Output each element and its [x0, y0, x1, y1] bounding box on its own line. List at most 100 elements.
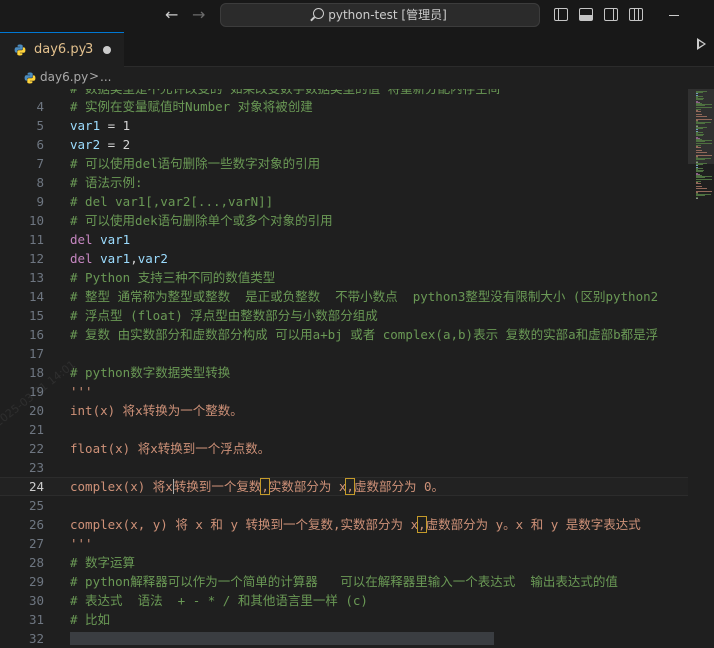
- code-line[interactable]: 25: [0, 496, 688, 515]
- line-number: 15: [28, 308, 44, 323]
- code-text: # 数字运算: [70, 553, 135, 572]
- minimap-line: [696, 154, 712, 156]
- minimize-icon[interactable]: [669, 15, 679, 16]
- forward-arrow-icon[interactable]: →: [192, 6, 205, 24]
- line-number: 27: [28, 536, 44, 551]
- code-line[interactable]: 27 ''': [0, 534, 688, 553]
- toggle-panel-icon[interactable]: [579, 8, 593, 21]
- minimap-line: [696, 149, 702, 151]
- code-token: # 复数 由实数部分和虚数部分构成 可以用a+bj 或者 complex(a,b…: [70, 327, 659, 342]
- customize-layout-icon[interactable]: [629, 8, 643, 21]
- toggle-secondary-sidebar-icon[interactable]: [604, 8, 618, 21]
- code-line[interactable]: 17: [0, 344, 688, 363]
- breadcrumb: day6.py > ...: [0, 67, 714, 89]
- line-number: 18: [28, 365, 44, 380]
- code-line[interactable]: 22 float(x) 将x转换到一个浮点数。: [0, 439, 688, 458]
- minimap-line: [696, 197, 698, 199]
- line-number: 28: [28, 555, 44, 570]
- toggle-primary-sidebar-icon[interactable]: [554, 8, 568, 21]
- code-line[interactable]: 31 # 比如: [0, 610, 688, 629]
- breadcrumb-separator: >: [89, 69, 100, 83]
- line-number: 31: [28, 612, 44, 627]
- code-line[interactable]: 29 # python解释器可以作为一个简单的计算器 可以在解释器里输入一个表达式…: [0, 572, 688, 591]
- search-text: python-test [管理员]: [328, 8, 447, 22]
- code-line[interactable]: 30 # 表达式 语法 + - * / 和其他语言里一样 (c): [0, 591, 688, 610]
- code-text: # 表达式 语法 + - * / 和其他语言里一样 (c): [70, 591, 368, 610]
- code-text: # 整型 通常称为整型或整数 是正或负整数 不带小数点 python3整型没有限…: [70, 287, 658, 306]
- code-line[interactable]: 9 # del var1[,var2[...,varN]]: [0, 192, 688, 211]
- code-token: del: [70, 232, 93, 247]
- line-number: 25: [28, 498, 44, 513]
- breadcrumb-python-icon: [24, 72, 36, 84]
- code-token: # 比如: [70, 612, 111, 627]
- minimap-line: [696, 190, 712, 192]
- unsaved-dot-icon[interactable]: [103, 46, 111, 54]
- code-text: ''': [70, 534, 93, 553]
- code-text: int(x) 将x转换为一个整数。: [70, 401, 243, 420]
- code-token: var1: [70, 118, 101, 133]
- code-text: # 语法示例:: [70, 173, 143, 192]
- code-line[interactable]: 6 var2 = 2: [0, 135, 688, 154]
- minimap-line: [696, 116, 708, 118]
- code-line[interactable]: 28 # 数字运算: [0, 553, 688, 572]
- breadcrumb-file[interactable]: day6.py: [40, 70, 88, 84]
- code-line[interactable]: 16 # 复数 由实数部分和虚数部分构成 可以用a+bj 或者 complex(a…: [0, 325, 688, 344]
- minimap-line: [696, 111, 702, 113]
- minimap-line: [696, 152, 708, 154]
- minimap[interactable]: [688, 89, 714, 648]
- code-token: ''': [70, 384, 93, 399]
- minimap-line: [696, 178, 712, 180]
- code-text: # 比如: [70, 610, 110, 629]
- code-text: var2 = 2: [70, 135, 130, 154]
- app-menu-area[interactable]: [0, 0, 40, 32]
- line-number: 32: [28, 631, 44, 646]
- code-line[interactable]: 14 # 整型 通常称为整型或整数 是正或负整数 不带小数点 python3整型没…: [0, 287, 688, 306]
- line-number: 22: [28, 441, 44, 456]
- tab-day6-py[interactable]: day6.py 3: [0, 32, 124, 67]
- line-number: 4: [36, 99, 44, 114]
- command-center-search[interactable]: python-test [管理员]: [220, 3, 540, 27]
- code-line[interactable]: 7 # 可以使用del语句删除一些数字对象的引用: [0, 154, 688, 173]
- code-line[interactable]: 26 complex(x, y) 将 x 和 y 转换到一个复数,实数部分为 x,…: [0, 515, 688, 534]
- editor-tab-bar: day6.py 3: [0, 32, 714, 67]
- code-line[interactable]: 19 ''': [0, 382, 688, 401]
- code-line[interactable]: 10 # 可以使用dek语句删除单个或多个对象的引用: [0, 211, 688, 230]
- minimap-line: [696, 106, 712, 108]
- code-token: ''': [70, 536, 93, 551]
- line-number: 24: [28, 479, 44, 494]
- code-token: # python数字数据类型转换: [70, 365, 231, 380]
- code-line[interactable]: 15 # 浮点型 (float) 浮点型由整数部分与小数部分组成: [0, 306, 688, 325]
- code-line[interactable]: 8 # 语法示例:: [0, 173, 688, 192]
- code-text: # python解释器可以作为一个简单的计算器 可以在解释器里输入一个表达式 输…: [70, 572, 618, 591]
- code-text: # 浮点型 (float) 浮点型由整数部分与小数部分组成: [70, 306, 378, 325]
- code-token: # 表达式 语法 + - * / 和其他语言里一样 (c): [70, 593, 368, 608]
- code-line[interactable]: 13 # Python 支持三种不同的数值类型: [0, 268, 688, 287]
- code-token: float(x) 将x转换到一个浮点数。: [70, 441, 271, 456]
- code-text: var1 = 1: [70, 116, 130, 135]
- code-line[interactable]: 4 # 实例在变量赋值时Number 对象将被创建: [0, 97, 688, 116]
- code-token: # 语法示例:: [70, 175, 143, 190]
- code-token: # python解释器可以作为一个简单的计算器 可以在解释器里输入一个表达式 输…: [70, 574, 618, 589]
- code-editor[interactable]: # 数据类型是不允许改变的 如果改变数字数据类型的值 将重新分配内存空间 4# …: [0, 89, 714, 648]
- breadcrumb-symbols[interactable]: ...: [100, 70, 111, 84]
- code-line[interactable]: 21: [0, 420, 688, 439]
- line-number: 13: [28, 270, 44, 285]
- minimap-line: [696, 188, 708, 190]
- code-token: 虚数部分为 0。: [353, 479, 445, 494]
- code-line[interactable]: 24 complex(x) 将x转换到一个复数,实数部分为 x,虚数部分为 0。: [0, 477, 688, 496]
- code-line[interactable]: 23: [0, 458, 688, 477]
- back-arrow-icon[interactable]: ←: [165, 6, 178, 24]
- line-number: 8: [36, 175, 44, 190]
- code-token: 虚数部分为 y。x 和 y 是数字表达式: [425, 517, 641, 532]
- code-text: # del var1[,var2[...,varN]]: [70, 192, 273, 211]
- code-line[interactable]: 20 int(x) 将x转换为一个整数。: [0, 401, 688, 420]
- code-line[interactable]: 18 # python数字数据类型转换: [0, 363, 688, 382]
- text-selection: [70, 632, 494, 645]
- title-bar: ← → python-test [管理员]: [0, 0, 714, 32]
- code-line[interactable]: 11 del var1: [0, 230, 688, 249]
- line-number: 14: [28, 289, 44, 304]
- minimap-line: [696, 118, 712, 120]
- code-line[interactable]: 5 var1 = 1: [0, 116, 688, 135]
- code-line[interactable]: 12 del var1,var2: [0, 249, 688, 268]
